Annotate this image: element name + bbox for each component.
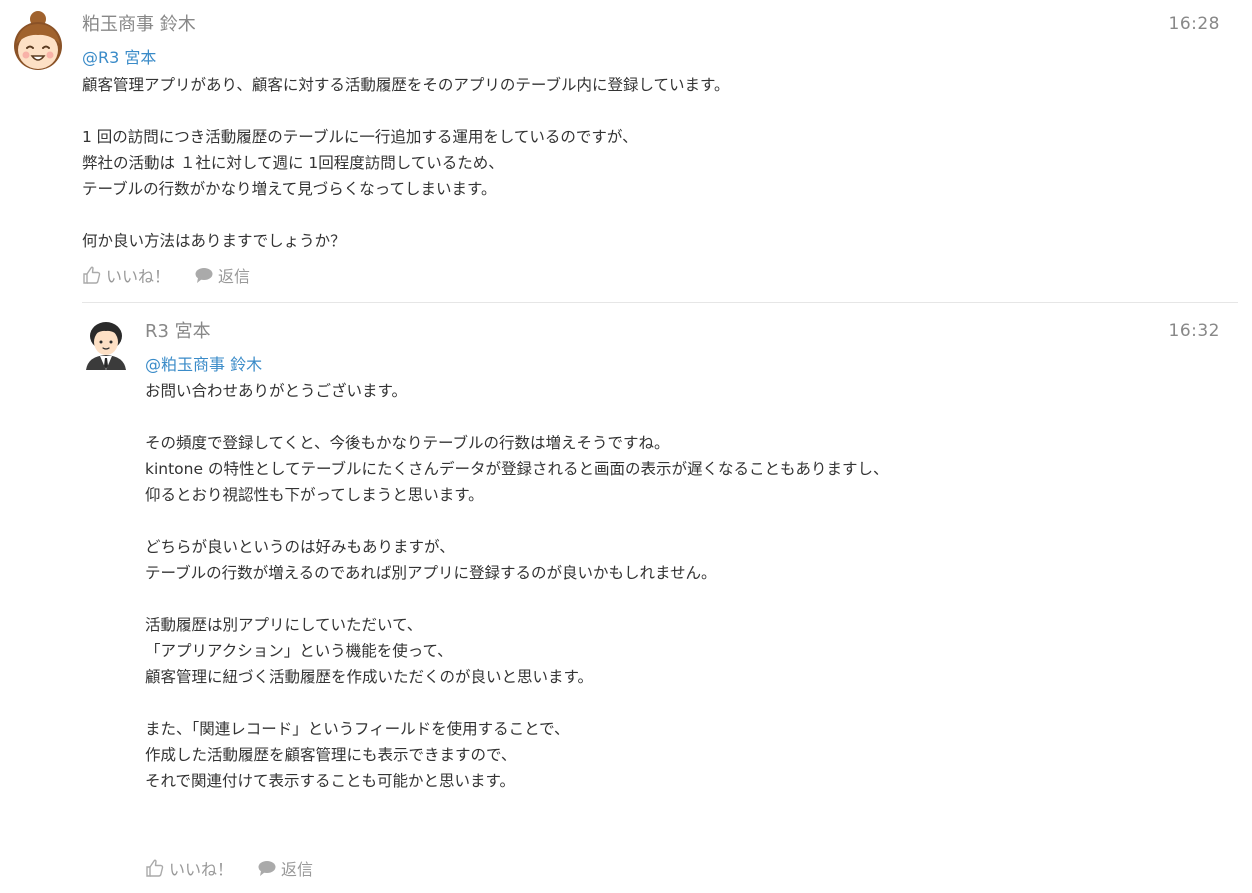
like-label: いいね！ <box>169 860 234 879</box>
comment-line: 1 回の訪問につき活動履歴のテーブルに一行追加する運用をしているのですが、 <box>82 128 638 146</box>
comment-line: 顧客管理に紐づく活動履歴を作成いただくのが良いと思います。 <box>145 668 593 686</box>
reply-button[interactable]: 返信 <box>257 856 313 880</box>
comment-line: 弊社の活動は １社に対して週に 1回程度訪問しているため、 <box>82 154 504 172</box>
reply-button[interactable]: 返信 <box>194 263 250 287</box>
comment-line: kintone の特性としてテーブルにたくさんデータが登録されると画面の表示が遅… <box>145 460 889 478</box>
comment-line: 顧客管理アプリがあり、顧客に対する活動履歴をそのアプリのテーブル内に登録していま… <box>82 76 730 94</box>
comment-line: それで関連付けて表示することも可能かと思います。 <box>145 772 515 790</box>
comment-line: 活動履歴は別アプリにしていただいて、 <box>145 616 423 634</box>
comment-line: テーブルの行数がかなり増えて見づらくなってしまいます。 <box>82 180 497 198</box>
like-label: いいね！ <box>106 267 171 286</box>
comment-actions: いいね！ 返信 <box>145 856 337 880</box>
comment-post: 粕玉商事 鈴木 16:28 @R3 宮本 顧客管理アプリがあり、顧客に対する活動… <box>0 0 1252 300</box>
comment-line: お問い合わせありがとうございます。 <box>145 382 407 400</box>
comment-line <box>145 508 889 534</box>
timestamp: 16:28 <box>1168 14 1220 34</box>
mention-link[interactable]: @粕玉商事 鈴木 <box>145 354 262 376</box>
comment-actions: いいね！ 返信 <box>82 263 274 287</box>
like-button[interactable]: いいね！ <box>145 856 233 880</box>
reply-label: 返信 <box>218 267 251 286</box>
timestamp: 16:32 <box>1168 321 1220 341</box>
avatar[interactable] <box>6 10 70 74</box>
comment-line <box>82 202 729 228</box>
comment-line: 作成した活動履歴を顧客管理にも表示できますので、 <box>145 746 517 764</box>
like-button[interactable]: いいね！ <box>82 263 170 287</box>
comment-line: テーブルの行数が増えるのであれば別アプリに登録するのが良いかもしれません。 <box>145 564 717 582</box>
avatar[interactable] <box>80 318 132 370</box>
thumbs-up-icon <box>83 266 101 284</box>
comment-body: お問い合わせありがとうございます。 その頻度で登録してくと、今後もかなりテーブル… <box>145 378 889 794</box>
speech-bubble-icon <box>195 268 213 283</box>
author-name[interactable]: 粕玉商事 鈴木 <box>82 14 196 36</box>
comment-line <box>145 404 889 430</box>
comment-line <box>82 98 729 124</box>
divider <box>82 302 1238 303</box>
speech-bubble-icon <box>258 861 276 876</box>
mention-link[interactable]: @R3 宮本 <box>82 47 156 69</box>
reply-label: 返信 <box>281 860 314 879</box>
reply-post: R3 宮本 16:32 @粕玉商事 鈴木 お問い合わせありがとうございます。 そ… <box>0 304 1252 893</box>
comment-line <box>145 586 889 612</box>
author-name[interactable]: R3 宮本 <box>145 321 211 343</box>
comment-line: どちらが良いというのは好みもありますが、 <box>145 538 455 556</box>
comment-line: 「アプリアクション」という機能を使って、 <box>145 642 453 660</box>
thumbs-up-icon <box>146 859 164 877</box>
comment-line <box>145 690 889 716</box>
comment-line: 何か良い方法はありますでしょうか？ <box>82 232 346 250</box>
comment-body: 顧客管理アプリがあり、顧客に対する活動履歴をそのアプリのテーブル内に登録していま… <box>82 72 729 254</box>
comment-line: また、「関連レコード」というフィールドを使用することで、 <box>145 720 570 738</box>
comment-line: 仰るとおり視認性も下がってしまうと思います。 <box>145 486 484 504</box>
comment-line: その頻度で登録してくと、今後もかなりテーブルの行数は増えそうですね。 <box>145 434 670 452</box>
